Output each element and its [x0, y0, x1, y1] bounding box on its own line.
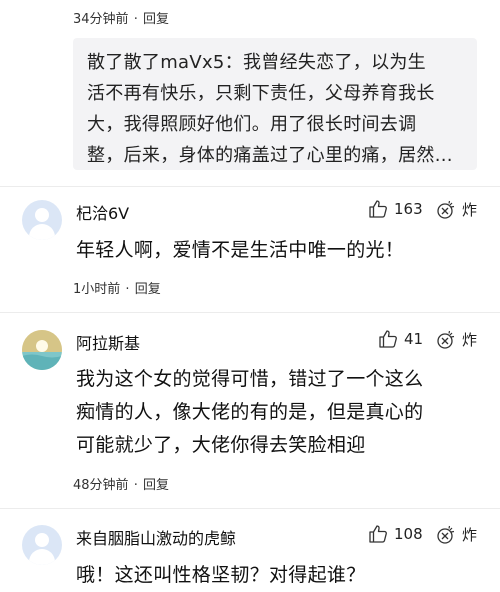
comment-time: 1小时前 — [73, 282, 121, 297]
avatar-default-head — [35, 208, 49, 222]
boom-label: 炸 — [462, 331, 478, 349]
thumbs-up-icon — [369, 525, 387, 543]
divider — [0, 312, 500, 313]
like-count: 41 — [404, 330, 424, 348]
comment-time: 34分钟前 — [73, 12, 129, 27]
like-button[interactable]: 163 — [368, 199, 423, 219]
avatar[interactable] — [22, 200, 62, 240]
quoted-line: 大，我得照顾好他们。用了很长时间去调 — [87, 114, 417, 135]
like-count: 108 — [394, 525, 423, 543]
like-button[interactable]: 41 — [378, 329, 423, 349]
meta-separator: · — [125, 282, 130, 297]
avatar-default-body — [29, 224, 55, 240]
comment-line: 哦！这还叫性格坚韧？对得起谁？ — [76, 564, 366, 586]
comment-meta-top: 34分钟前 · 回复 — [73, 8, 169, 27]
bomb-icon — [437, 330, 455, 349]
reply-link[interactable]: 回复 — [135, 282, 161, 297]
like-count: 163 — [394, 200, 423, 218]
username[interactable]: 来自胭脂山激动的虎鲸 — [76, 525, 236, 549]
boom-button[interactable]: 炸 — [436, 199, 477, 220]
bomb-icon — [437, 525, 455, 544]
boom-button[interactable]: 炸 — [436, 329, 477, 350]
comment-line: 可能就少了，大佬你得去笑脸相迎 — [76, 434, 366, 456]
username[interactable]: 杞洽6V — [76, 200, 129, 224]
comment-text: 年轻人啊，爱情不是生活中唯一的光！ — [76, 234, 404, 267]
boom-label: 炸 — [462, 526, 478, 544]
boom-button[interactable]: 炸 — [436, 524, 477, 545]
divider — [0, 186, 500, 187]
reply-link[interactable]: 回复 — [143, 12, 169, 27]
bomb-icon — [437, 200, 455, 219]
thumbs-up-icon — [379, 330, 397, 348]
meta-separator: · — [133, 478, 138, 493]
username[interactable]: 阿拉斯基 — [76, 330, 140, 354]
reply-link[interactable]: 回复 — [143, 478, 169, 493]
landscape-avatar-image — [22, 330, 62, 370]
quoted-reply-box[interactable]: 散了散了maVx5：我曾经失恋了，以为生 活不再有快乐，只剩下责任，父母养育我长… — [73, 38, 477, 170]
meta-separator: · — [133, 12, 138, 27]
comment-line: 年轻人啊，爱情不是生活中唯一的光！ — [76, 239, 405, 261]
avatar-default-body — [29, 549, 55, 565]
comment-line: 我为这个女的觉得可惜，错过了一个这么 — [76, 368, 424, 390]
quoted-line: 整，后来，身体的痛盖过了心里的痛，居然... — [87, 145, 453, 166]
avatar[interactable] — [22, 525, 62, 565]
quoted-line: 活不再有快乐，只剩下责任，父母养育我长 — [87, 83, 435, 104]
quoted-line: 散了散了maVx5：我曾经失恋了，以为生 — [87, 52, 426, 73]
comment-text: 哦！这还叫性格坚韧？对得起谁？ — [76, 559, 366, 592]
thumbs-up-icon — [369, 200, 387, 218]
comment-meta: 1小时前 · 回复 — [73, 278, 161, 297]
divider — [0, 508, 500, 509]
like-button[interactable]: 108 — [368, 524, 423, 544]
comment-line: 痴情的人，像大佬的有的是，但是真心的 — [76, 401, 424, 423]
avatar[interactable] — [22, 330, 62, 370]
comment-meta: 48分钟前 · 回复 — [73, 474, 169, 493]
avatar-default-head — [35, 533, 49, 547]
comment-text: 我为这个女的觉得可惜，错过了一个这么 痴情的人，像大佬的有的是，但是真心的 可能… — [76, 363, 423, 462]
comment-time: 48分钟前 — [73, 478, 129, 493]
boom-label: 炸 — [462, 201, 478, 219]
